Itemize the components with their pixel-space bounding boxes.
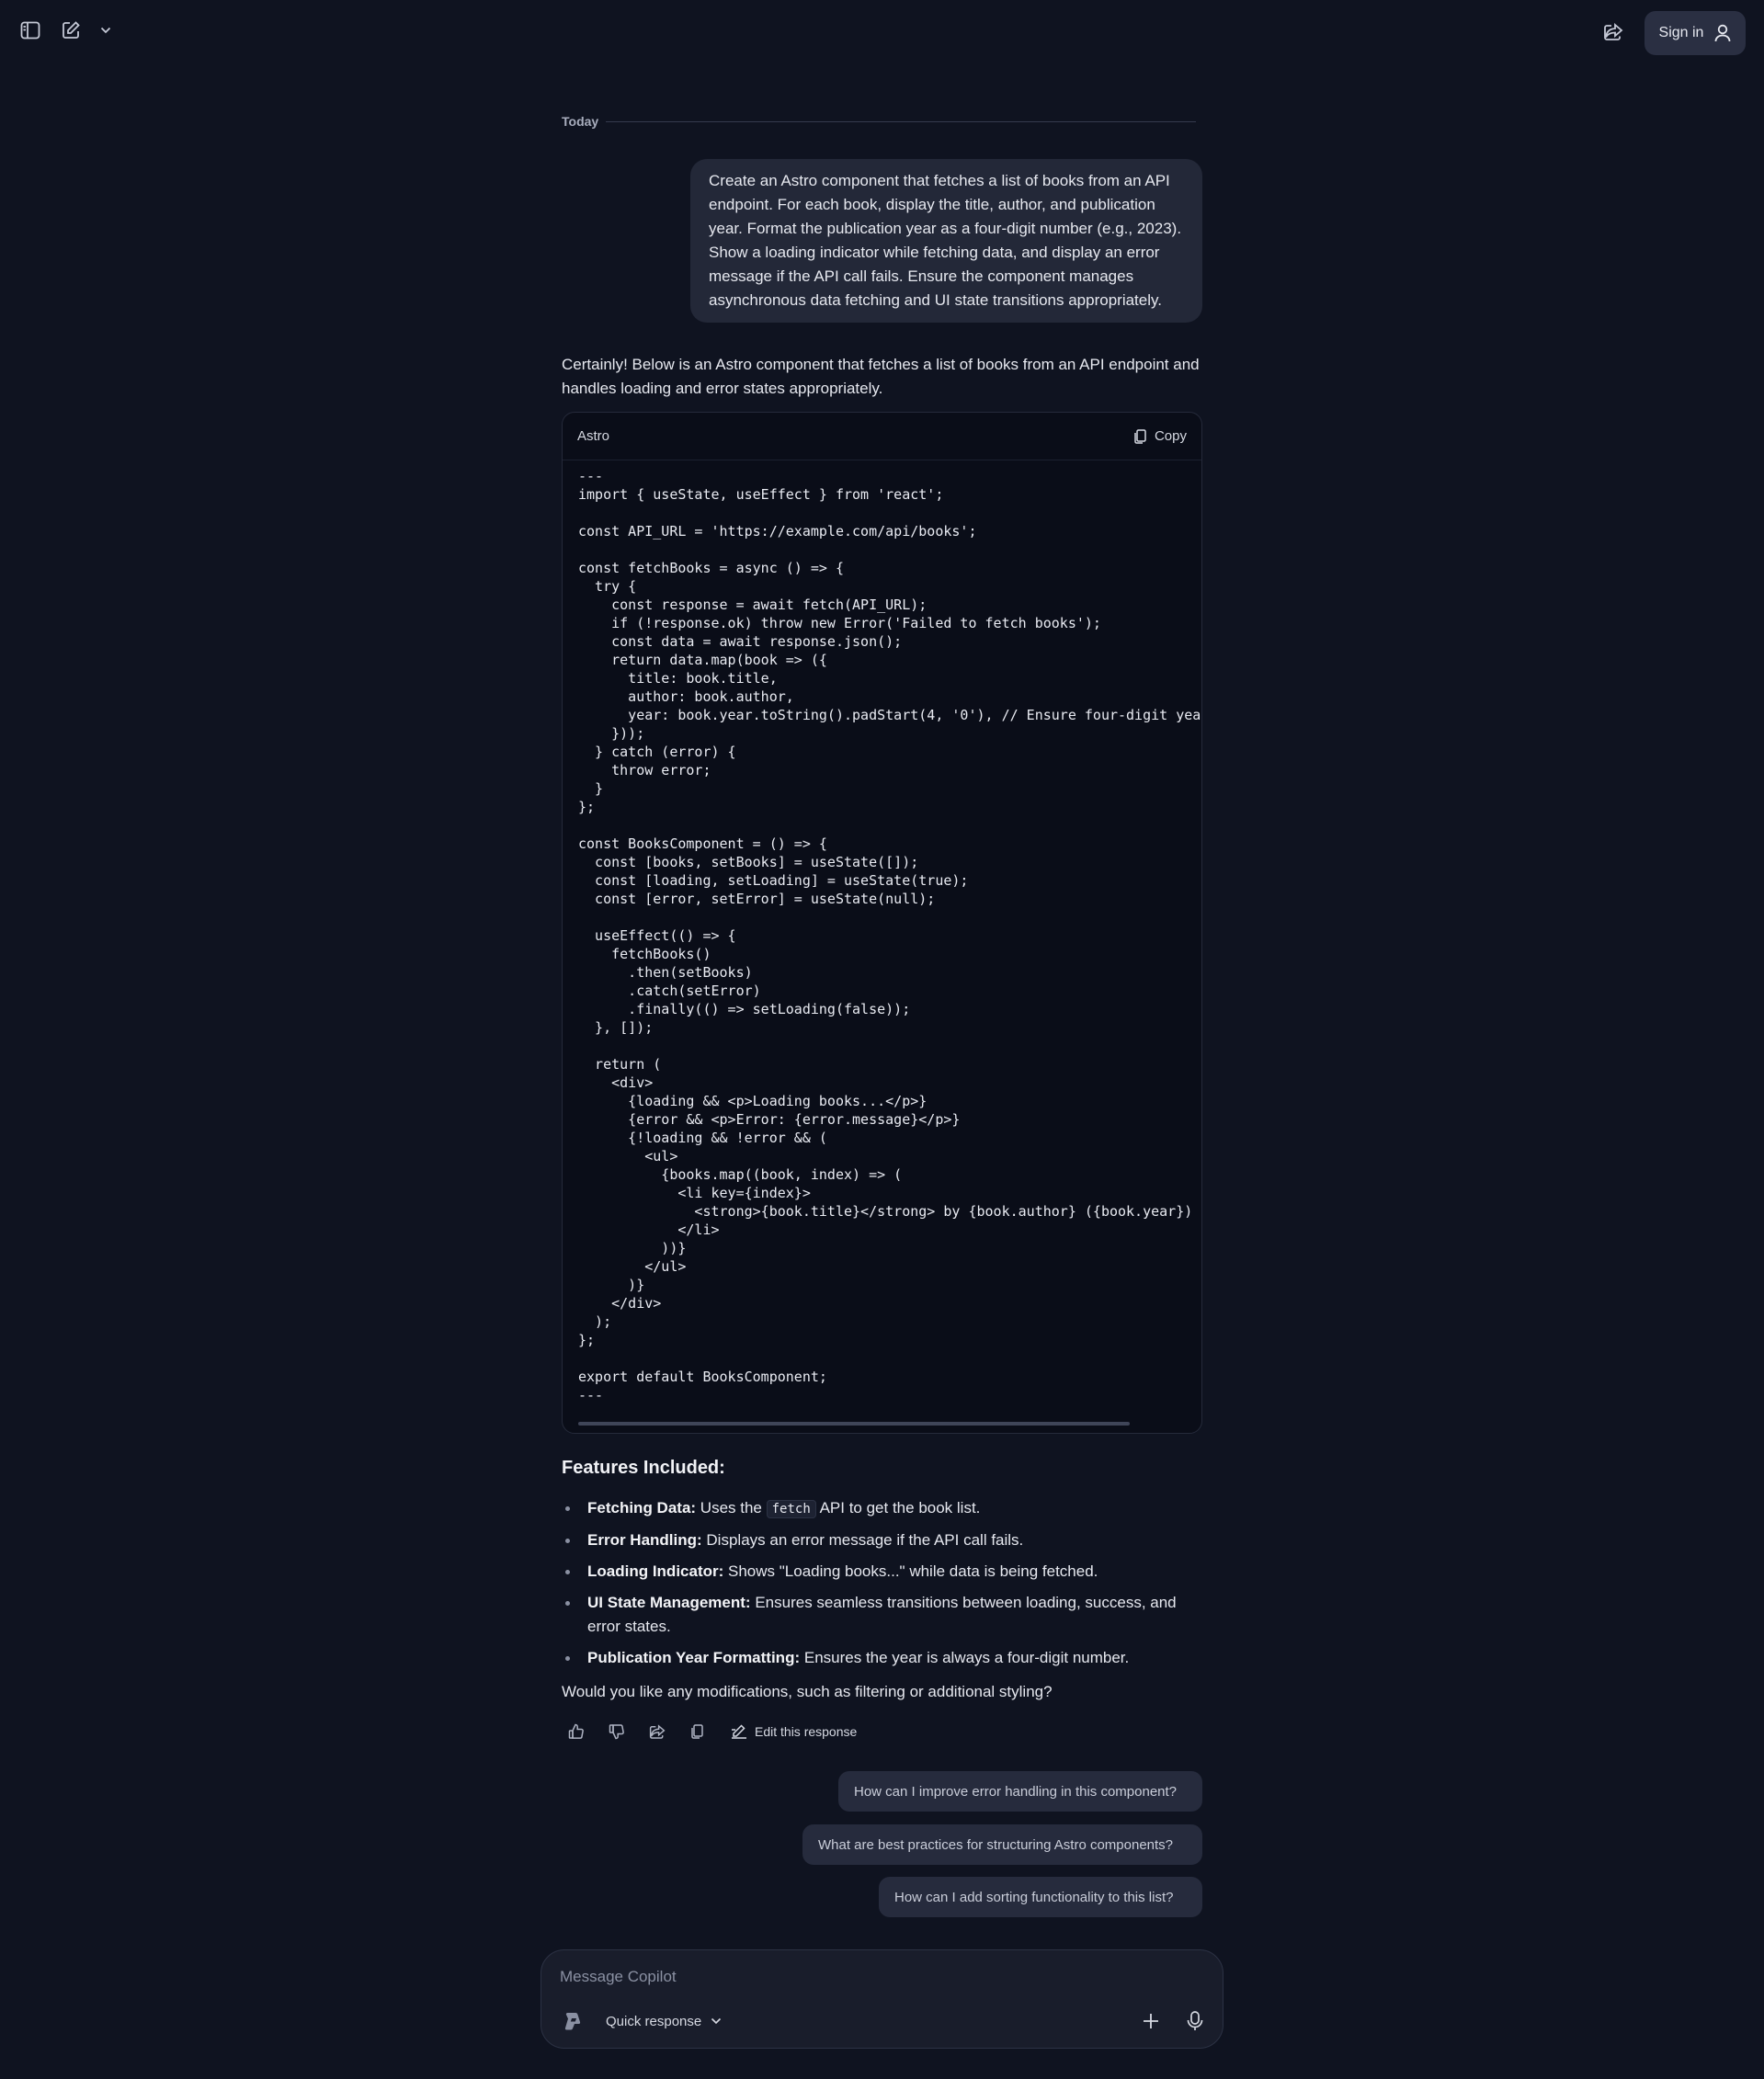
share-response-button[interactable] bbox=[643, 1717, 672, 1746]
share-icon bbox=[1603, 23, 1623, 41]
voice-input-button[interactable] bbox=[1181, 2007, 1209, 2035]
chevron-down-icon bbox=[100, 27, 111, 34]
feature-text: Shows "Loading books..." while data is b… bbox=[728, 1562, 1098, 1580]
thumbs-down-icon bbox=[609, 1723, 625, 1740]
assistant-followup-question: Would you like any modifications, such a… bbox=[562, 1683, 1053, 1700]
list-item: Error Handling: Displays an error messag… bbox=[562, 1528, 1202, 1552]
add-attachment-button[interactable] bbox=[1137, 2007, 1165, 2035]
divider-line bbox=[606, 120, 1196, 122]
feature-label: Fetching Data: bbox=[587, 1499, 697, 1517]
copy-label: Copy bbox=[1154, 428, 1187, 444]
share-button[interactable] bbox=[1599, 18, 1627, 46]
code-block-header: Astro Copy bbox=[563, 413, 1201, 460]
message-composer: Quick response bbox=[541, 1949, 1223, 2049]
suggestion-chip[interactable]: How can I improve error handling in this… bbox=[838, 1771, 1202, 1812]
list-item: UI State Management: Ensures seamless tr… bbox=[562, 1591, 1202, 1639]
edit-response-label: Edit this response bbox=[755, 1724, 858, 1739]
code-language-label: Astro bbox=[577, 428, 610, 444]
top-bar-left bbox=[17, 17, 114, 44]
copilot-logo-icon bbox=[562, 2010, 584, 2032]
inline-code: fetch bbox=[766, 1500, 816, 1518]
feature-label: Publication Year Formatting: bbox=[587, 1649, 801, 1666]
sign-in-label: Sign in bbox=[1658, 25, 1704, 40]
features-list: Fetching Data: Uses the fetch API to get… bbox=[562, 1496, 1202, 1677]
list-item: Publication Year Formatting: Ensures the… bbox=[562, 1646, 1202, 1670]
date-divider: Today bbox=[562, 112, 1196, 131]
plus-icon bbox=[1143, 2013, 1159, 2029]
copy-code-button[interactable]: Copy bbox=[1134, 428, 1187, 444]
copy-icon bbox=[691, 1724, 704, 1739]
list-item: Fetching Data: Uses the fetch API to get… bbox=[562, 1496, 1202, 1521]
suggestion-chip[interactable]: How can I add sorting functionality to t… bbox=[879, 1877, 1202, 1917]
edit-response-button[interactable]: Edit this response bbox=[731, 1724, 857, 1739]
edit-pencil-icon bbox=[731, 1724, 747, 1739]
feature-label: Loading Indicator: bbox=[587, 1562, 724, 1580]
user-message-bubble: Create an Astro component that fetches a… bbox=[690, 159, 1202, 323]
assistant-intro-text: Certainly! Below is an Astro component t… bbox=[562, 356, 1200, 397]
sign-in-button[interactable]: Sign in bbox=[1645, 11, 1746, 55]
share-icon bbox=[649, 1723, 666, 1740]
new-chat-dropdown[interactable] bbox=[97, 17, 114, 44]
new-chat-button[interactable] bbox=[57, 17, 85, 44]
microphone-icon bbox=[1187, 2011, 1203, 2031]
response-mode-label: Quick response bbox=[606, 2013, 702, 2029]
feature-label: UI State Management: bbox=[587, 1594, 751, 1611]
suggestion-chip[interactable]: What are best practices for structuring … bbox=[802, 1824, 1202, 1865]
message-actions: Edit this response bbox=[562, 1717, 857, 1746]
feature-text-pre: Uses the bbox=[700, 1499, 762, 1517]
code-content[interactable]: --- import { useState, useEffect } from … bbox=[563, 461, 1201, 1433]
compose-icon bbox=[61, 20, 81, 40]
date-divider-label: Today bbox=[562, 114, 599, 129]
features-heading: Features Included: bbox=[562, 1458, 725, 1478]
like-button[interactable] bbox=[562, 1717, 591, 1746]
sidebar-toggle-button[interactable] bbox=[17, 17, 44, 44]
horizontal-scrollbar[interactable] bbox=[578, 1422, 1130, 1426]
code-block: Astro Copy --- import { useState, useEff… bbox=[562, 412, 1202, 1434]
response-mode-selector[interactable]: Quick response bbox=[606, 2009, 722, 2033]
feature-text-post: API to get the book list. bbox=[819, 1499, 981, 1517]
code-text: --- import { useState, useEffect } from … bbox=[578, 468, 1201, 1403]
copy-response-button[interactable] bbox=[683, 1717, 712, 1746]
message-input[interactable] bbox=[560, 1963, 1203, 1991]
feature-text: Displays an error message if the API cal… bbox=[706, 1531, 1024, 1549]
feature-text: Ensures the year is always a four-digit … bbox=[803, 1649, 1130, 1666]
thumbs-up-icon bbox=[568, 1723, 585, 1740]
list-item: Loading Indicator: Shows "Loading books.… bbox=[562, 1560, 1202, 1584]
top-bar: Sign in bbox=[0, 0, 1764, 59]
chevron-down-icon bbox=[711, 2017, 722, 2025]
dislike-button[interactable] bbox=[602, 1717, 632, 1746]
sidebar-toggle-icon bbox=[20, 21, 40, 40]
feature-label: Error Handling: bbox=[587, 1531, 702, 1549]
user-icon bbox=[1714, 24, 1731, 42]
copy-icon bbox=[1134, 428, 1147, 444]
